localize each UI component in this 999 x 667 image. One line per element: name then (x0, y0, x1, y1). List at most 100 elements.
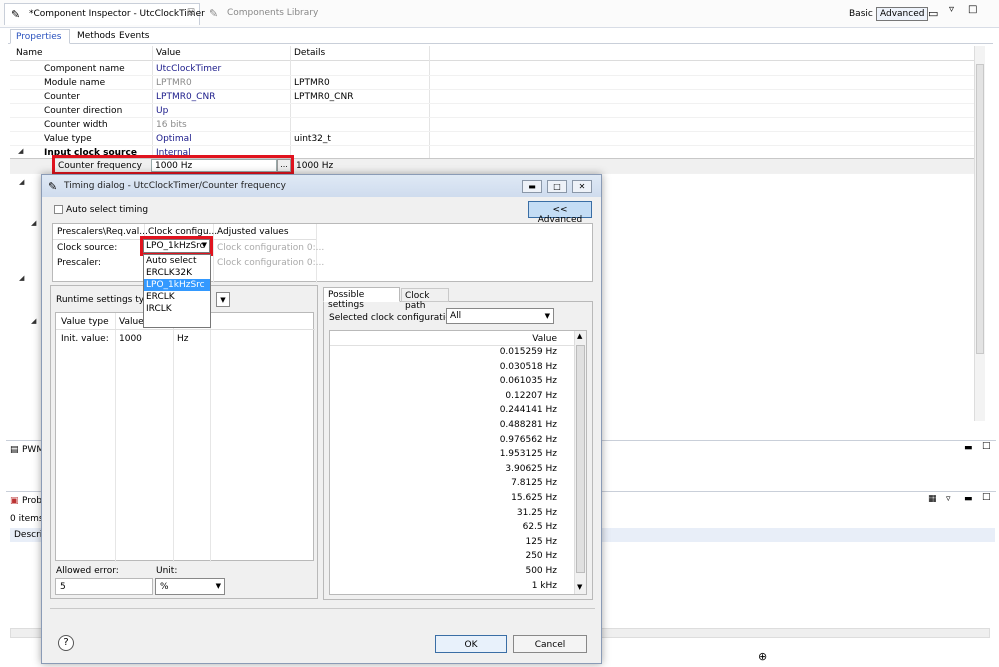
auto-select-timing-label[interactable]: Auto select timing (66, 205, 148, 215)
list-item[interactable]: 3.90625 Hz (330, 464, 575, 479)
list-item[interactable]: 125 Hz (330, 537, 575, 552)
init-value[interactable]: 1000 (119, 334, 142, 344)
property-details: LPTMR0_CNR (294, 92, 354, 102)
scrollbar-thumb[interactable] (576, 345, 585, 573)
collapse-triangle-icon[interactable]: ◢ (18, 147, 23, 155)
advanced-mode-button[interactable]: Advanced (876, 7, 929, 21)
tab-components-library[interactable]: ✎ Components Library (203, 3, 318, 25)
close-window-button[interactable]: ✕ (572, 180, 592, 193)
list-item[interactable]: 0.12207 Hz (330, 391, 575, 406)
chevron-down-icon[interactable]: ▼ (216, 582, 221, 590)
dropdown-option[interactable]: IRCLK (144, 303, 210, 315)
list-item[interactable]: 0.061035 Hz (330, 376, 575, 391)
init-value-label: Init. value: (61, 334, 109, 344)
collapse-triangle-icon[interactable]: ◢ (31, 317, 36, 325)
timing-dialog-icon: ✎ (48, 180, 58, 193)
property-row[interactable]: Counter width 16 bits (10, 118, 975, 132)
property-details: 1000 Hz (296, 161, 334, 171)
list-item[interactable]: 0.015259 Hz (330, 347, 575, 362)
scroll-up-icon[interactable]: ▲ (577, 332, 582, 340)
ok-button[interactable]: OK (435, 635, 507, 653)
column-header-value[interactable]: Value (532, 334, 557, 344)
minimize-window-button[interactable]: ▬ (522, 180, 542, 193)
component-inspector-icon: ✎ (11, 8, 21, 21)
maximize-icon[interactable]: □ (968, 4, 977, 15)
help-icon[interactable]: ? (58, 635, 74, 651)
auto-select-timing-checkbox[interactable] (54, 205, 63, 214)
selected-clock-configuration-select[interactable]: All ▼ (446, 308, 554, 324)
property-row[interactable]: Component name UtcClockTimer (10, 62, 975, 76)
list-item[interactable]: 62.5 Hz (330, 522, 575, 537)
tab-clock-path[interactable]: Clock path (401, 288, 449, 311)
list-item[interactable]: 31.25 Hz (330, 508, 575, 523)
selected-clock-configuration-label: Selected clock configuration (329, 313, 457, 323)
scroll-down-icon[interactable]: ▼ (577, 583, 582, 591)
values-scrollbar[interactable]: ▲ ▼ (574, 331, 586, 594)
dropdown-option[interactable]: ERCLK32K (144, 267, 210, 279)
property-grid-scrollbar[interactable] (974, 46, 985, 421)
dropdown-option-selected[interactable]: LPO_1kHzSrc (144, 279, 210, 291)
property-row[interactable]: Module name LPTMR0 LPTMR0 (10, 76, 975, 90)
view-menu-icon[interactable]: ▿ (946, 494, 951, 504)
column-header-value-type[interactable]: Value type (61, 317, 109, 327)
init-value-unit: Hz (177, 334, 189, 344)
tab-possible-settings[interactable]: Possible settings (323, 287, 400, 310)
list-item[interactable]: 7.8125 Hz (330, 478, 575, 493)
editor-tab-bar: ✎ *Component Inspector - UtcClockTimer ☒… (0, 0, 999, 28)
column-header-value[interactable]: Value (119, 317, 144, 327)
tab-events[interactable]: Events (114, 29, 154, 44)
column-header-details[interactable]: Details (294, 48, 325, 58)
column-header-name[interactable]: Name (16, 48, 43, 58)
column-header-adjusted-values[interactable]: Adjusted values (217, 227, 289, 237)
table-view-icon[interactable]: ▦ (928, 494, 937, 504)
unit-select[interactable]: % ▼ (155, 578, 225, 595)
maximize-icon[interactable]: □ (982, 441, 991, 451)
view-menu-icon[interactable]: ▭ (928, 7, 938, 20)
property-row[interactable]: Counter direction Up (10, 104, 975, 118)
collapse-triangle-icon[interactable]: ◢ (19, 178, 24, 186)
tab-properties[interactable]: Properties (10, 29, 70, 44)
tab-component-inspector[interactable]: ✎ *Component Inspector - UtcClockTimer ☒ (4, 3, 205, 25)
list-item[interactable]: 0.030518 Hz (330, 362, 575, 377)
inspector-subtabs: Properties Methods Events (8, 28, 993, 44)
status-bar-icon[interactable]: ⊕ (758, 650, 767, 663)
collapse-triangle-icon[interactable]: ◢ (31, 219, 36, 227)
property-value[interactable]: Optimal (156, 134, 192, 144)
collapse-triangle-icon[interactable]: ◢ (19, 274, 24, 282)
column-divider (316, 224, 317, 283)
list-item[interactable]: 1 kHz (330, 581, 575, 596)
allowed-error-input[interactable]: 5 (55, 578, 153, 595)
list-item[interactable]: 0.244141 Hz (330, 405, 575, 420)
close-tab-icon[interactable]: ☒ (187, 8, 195, 18)
list-item[interactable]: 1.953125 Hz (330, 449, 575, 464)
column-header-prescalers[interactable]: Prescalers\Req.val... (57, 227, 148, 237)
list-item[interactable]: 500 Hz (330, 566, 575, 581)
chevron-down-icon[interactable]: ▼ (545, 312, 550, 320)
property-details: uint32_t (294, 134, 331, 144)
property-row[interactable]: Counter LPTMR0_CNR LPTMR0_CNR (10, 90, 975, 104)
property-row[interactable]: Value type Optimal uint32_t (10, 132, 975, 146)
header-divider (56, 329, 315, 330)
dialog-title-bar[interactable]: ✎ Timing dialog - UtcClockTimer/Counter … (42, 175, 601, 197)
runtime-settings-type-dropdown[interactable]: ▼ (216, 292, 230, 307)
maximize-window-button[interactable]: □ (547, 180, 567, 193)
cancel-button[interactable]: Cancel (513, 635, 587, 653)
dropdown-option[interactable]: ERCLK (144, 291, 210, 303)
column-header-value[interactable]: Value (156, 48, 181, 58)
column-divider (115, 313, 116, 562)
list-item[interactable]: 0.488281 Hz (330, 420, 575, 435)
list-item[interactable]: 15.625 Hz (330, 493, 575, 508)
property-value[interactable]: LPTMR0_CNR (156, 92, 215, 102)
scrollbar-thumb[interactable] (976, 64, 984, 354)
advanced-toggle-button[interactable]: << Advanced (528, 201, 592, 225)
minimize-icon[interactable]: ▬ (964, 494, 973, 504)
minimize-icon[interactable]: ▬ (964, 443, 973, 453)
list-item[interactable]: 0.976562 Hz (330, 435, 575, 450)
basic-mode-button[interactable]: Basic (849, 9, 873, 19)
maximize-icon[interactable]: □ (982, 492, 991, 502)
dropdown-option[interactable]: Auto select (144, 255, 210, 267)
minimize-icon[interactable]: ▿ (949, 4, 954, 15)
property-value[interactable]: UtcClockTimer (156, 64, 221, 74)
property-value[interactable]: Up (156, 106, 168, 116)
list-item[interactable]: 250 Hz (330, 551, 575, 566)
